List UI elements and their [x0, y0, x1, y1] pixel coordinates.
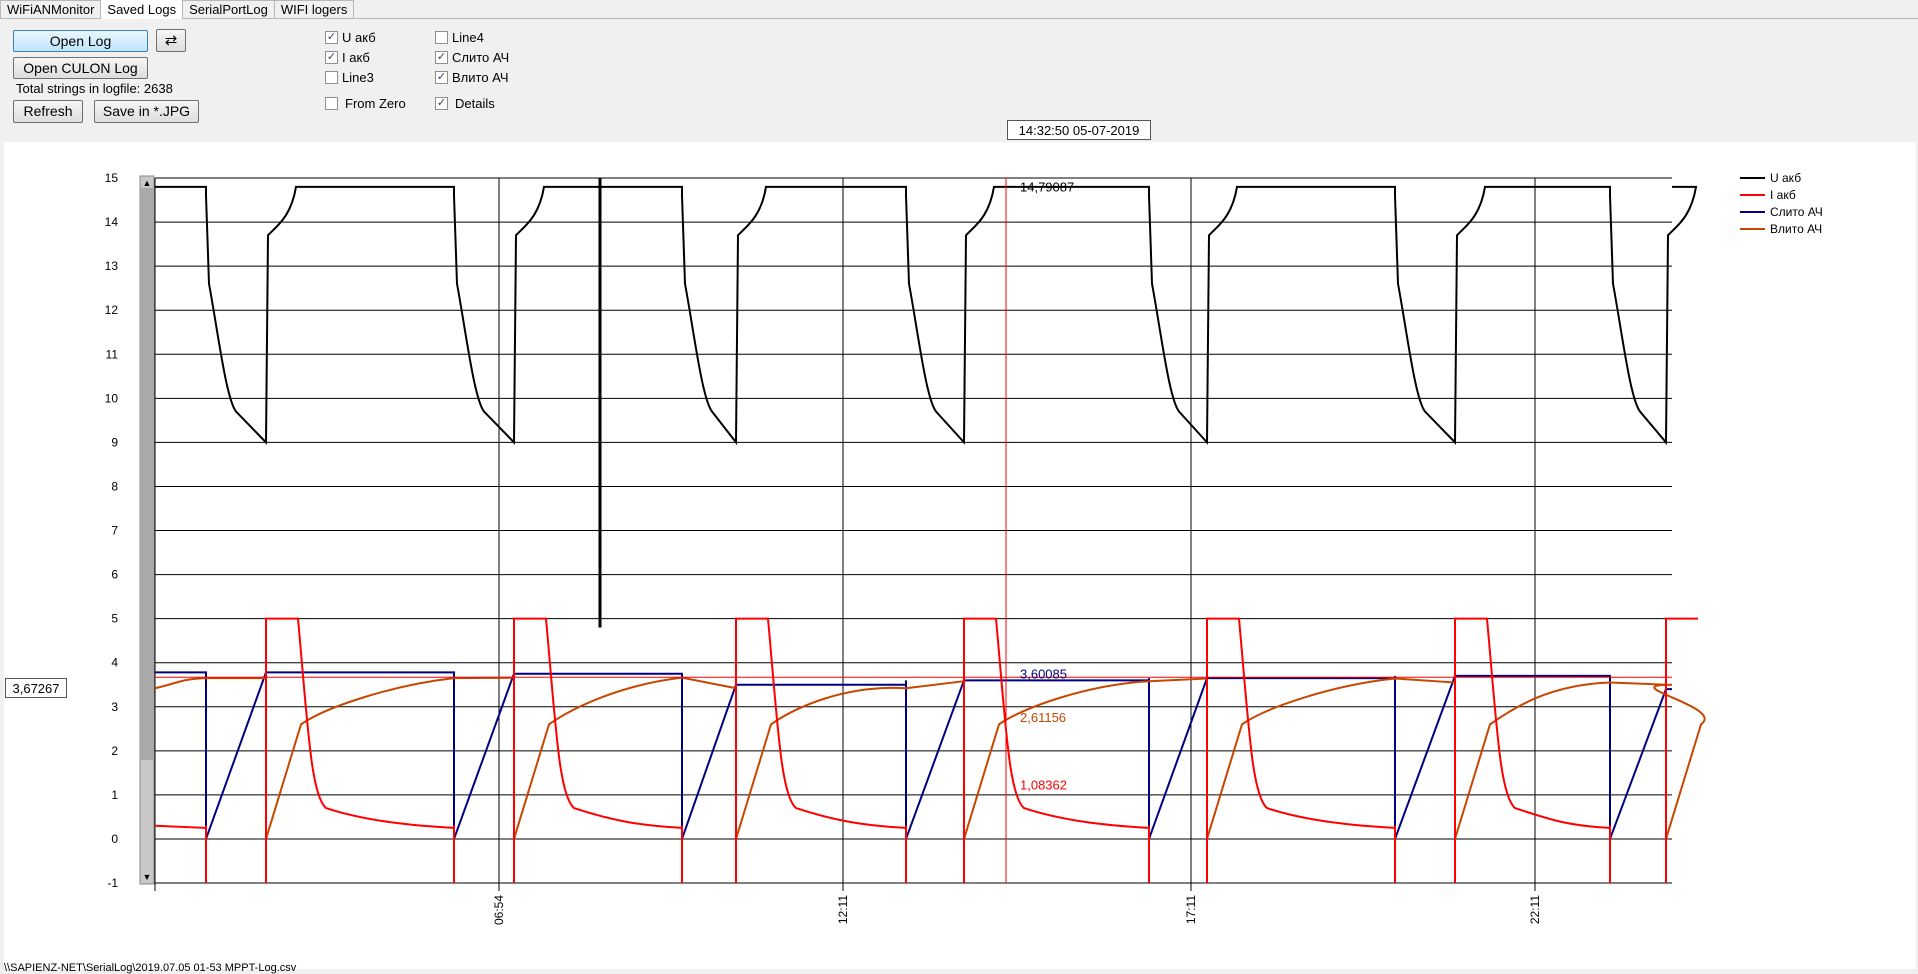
- y-tick-label: 13: [105, 259, 119, 273]
- y-tick-label: 14: [105, 215, 119, 229]
- y-tick-label: 9: [111, 435, 118, 449]
- y-tick-label: 6: [111, 568, 118, 582]
- y-tick-label: 8: [111, 479, 118, 493]
- x-tick-label: 12:11: [836, 895, 850, 924]
- cursor-value-label: 14,79087: [1020, 179, 1074, 194]
- y-tick-label: 11: [106, 347, 119, 361]
- y-tick-label: 10: [105, 391, 119, 405]
- x-tick-label: 17:11: [1184, 895, 1198, 924]
- legend-entry: U акб: [1770, 171, 1801, 185]
- y-tick-label: 7: [111, 524, 118, 538]
- y-tick-label: 2: [111, 744, 118, 758]
- scroll-up-icon: ▲: [143, 178, 152, 188]
- scroll-down-icon: ▼: [143, 872, 152, 882]
- y-tick-label: 1: [111, 788, 118, 802]
- x-tick-label: 06:54: [492, 895, 506, 925]
- cursor-value-label: 1,08362: [1020, 777, 1067, 792]
- y-tick-label: 0: [111, 832, 118, 846]
- y-tick-label: 4: [111, 656, 118, 670]
- series-line-slito: [155, 671, 1672, 840]
- cursor-value-label: 2,61156: [1020, 710, 1066, 725]
- legend-entry: I акб: [1770, 188, 1796, 202]
- y-tick-label: 15: [105, 171, 119, 185]
- legend-entry: Влито АЧ: [1770, 222, 1822, 236]
- y-tick-label: 3: [111, 700, 118, 714]
- y-tick-label: 5: [111, 612, 118, 626]
- y-tick-label: 12: [105, 303, 119, 317]
- legend-entry: Слито АЧ: [1770, 205, 1823, 219]
- status-path: \\SAPIENZ-NET\SerialLog\2019.07.05 01-53…: [4, 962, 297, 974]
- cursor-value-readout: 3,67267: [5, 678, 67, 698]
- tab-saved-logs[interactable]: Saved Logs: [100, 0, 184, 19]
- cursor-value-label: 3,60085: [1020, 666, 1067, 681]
- x-tick-label: 22:11: [1528, 895, 1542, 924]
- scrollbar-thumb[interactable]: [141, 188, 153, 760]
- log-chart[interactable]: 1514131211109876543210-106:54 12:11 17:11 2…: [0, 0, 1918, 973]
- series-line-vlito: [154, 676, 1706, 840]
- y-tick-label: -1: [107, 876, 118, 890]
- series-line-u-akb: [155, 185, 1698, 446]
